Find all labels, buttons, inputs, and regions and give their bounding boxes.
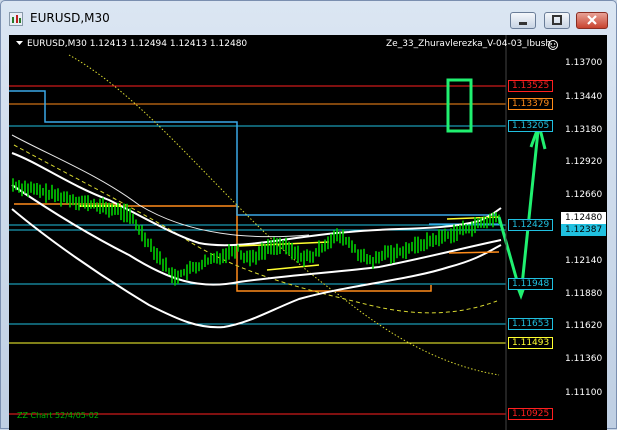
y-tick-label: 1.11360 (565, 354, 603, 364)
window-title: EURUSD,M30 (30, 11, 110, 25)
forecast-arrow (497, 130, 540, 296)
level-segment (448, 251, 500, 254)
maximize-button[interactable] (544, 12, 570, 29)
minimize-button[interactable] (510, 12, 536, 29)
level-segment (266, 264, 320, 271)
y-tick-label: 1.11620 (565, 321, 603, 331)
maximize-icon (552, 15, 562, 25)
indicator-footer: ZZ Chart 52/4/05-02 (17, 411, 99, 420)
y-tick-label: 1.13440 (565, 92, 603, 102)
price-chart[interactable]: EURUSD,M30 1.12413 1.12494 1.12413 1.124… (9, 35, 607, 430)
terminal-window: EURUSD,M30 EURUSD,M30 1.12413 1.12494 1.… (0, 0, 617, 430)
ask-price-label: 1.12387 (561, 224, 607, 236)
bid-price-label: 1.12480 (561, 212, 607, 224)
price-level-label: 1.13379 (508, 98, 554, 110)
price-level-label: 1.11948 (508, 278, 554, 290)
y-tick-label: 1.11880 (565, 289, 603, 299)
minimize-icon (519, 22, 527, 25)
close-icon (587, 15, 597, 25)
outer-upper-band (11, 134, 310, 238)
chart-canvas[interactable] (9, 35, 607, 430)
indicator-name: Ze_33_Zhuravlerezka_V-04-03_Ibush (386, 39, 552, 49)
close-button[interactable] (576, 12, 608, 29)
lower-band (11, 208, 502, 329)
price-level-label: 1.13525 (508, 80, 554, 92)
price-level-label: 1.11653 (508, 318, 554, 330)
y-tick-label: 1.13180 (565, 125, 603, 135)
price-level-label: 1.12429 (508, 219, 554, 231)
y-tick-label: 1.11100 (565, 388, 603, 398)
y-tick-label: 1.13700 (565, 58, 603, 68)
chart-app-icon (9, 12, 23, 26)
y-tick-label: 1.12660 (565, 190, 603, 200)
price-level-label: 1.11493 (508, 337, 554, 349)
y-tick-label: 1.12920 (565, 157, 603, 167)
y-tick-label: 1.12140 (565, 256, 603, 266)
level-segment (446, 216, 500, 220)
symbol-header: EURUSD,M30 1.12413 1.12494 1.12413 1.124… (27, 39, 248, 49)
price-level-label: 1.13205 (508, 120, 554, 132)
target-highlight-box[interactable] (446, 78, 473, 133)
chart-collapse-icon[interactable] (16, 41, 23, 45)
price-level-label: 1.10925 (508, 408, 554, 420)
title-bar[interactable]: EURUSD,M30 (2, 2, 615, 32)
